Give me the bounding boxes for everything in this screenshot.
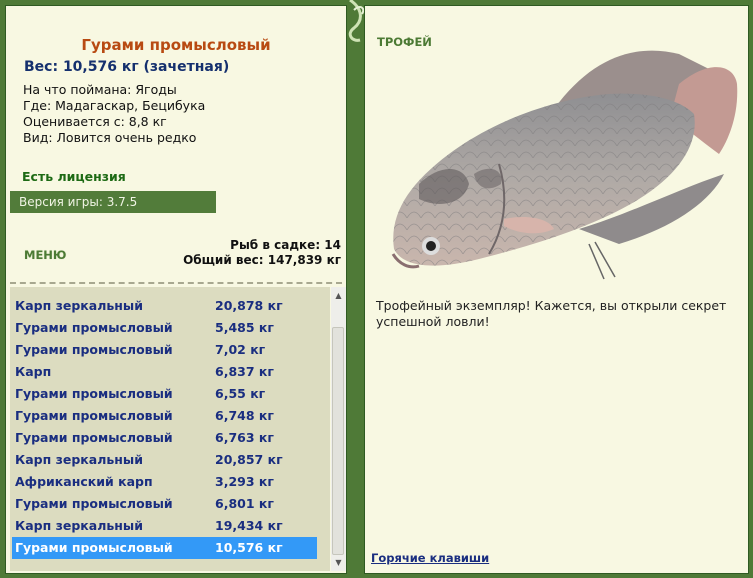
catch-fish-weight: 19,434 кг [215, 518, 283, 533]
trophy-panel: ТРОФЕЙ Трофейный экземпляр! Кажется, вы … [364, 5, 749, 574]
scroll-up-icon[interactable]: ▲ [333, 290, 344, 301]
catch-list-item[interactable]: Гурами промысловый 6,801 кг [12, 493, 317, 515]
catch-fish-name: Карп зеркальный [15, 298, 143, 313]
catch-fish-weight: 20,857 кг [215, 452, 283, 467]
catch-list-item[interactable]: Карп зеркальный 19,434 кг [12, 515, 317, 537]
trophy-message: Трофейный экземпляр! Кажется, вы открыли… [376, 298, 727, 329]
catch-list[interactable]: Карп зеркальный 20,878 кг Гурами промыслов… [10, 287, 330, 571]
catch-fish-name: Карп [15, 364, 52, 379]
location-info: Где: Мадагаскар, Бецибука [23, 98, 206, 113]
catch-list-item[interactable]: Гурами промысловый 5,485 кг [12, 317, 317, 339]
rarity-info: Вид: Ловится очень редко [23, 130, 197, 145]
catch-fish-name: Гурами промысловый [15, 540, 173, 555]
catch-list-item[interactable]: Гурами промысловый 6,55 кг [12, 383, 317, 405]
catch-fish-weight: 5,485 кг [215, 320, 274, 335]
catch-fish-weight: 20,878 кг [215, 298, 283, 313]
gourami-fish-image [391, 50, 738, 280]
fish-weight: Вес: 10,576 кг (зачетная) [24, 59, 230, 75]
catch-fish-name: Гурами промысловый [15, 430, 173, 445]
catch-list-item[interactable]: Карп зеркальный 20,857 кг [12, 449, 317, 471]
trophy-label: ТРОФЕЙ [377, 35, 432, 49]
hotkeys-link[interactable]: Горячие клавиши [371, 551, 489, 565]
catch-fish-name: Гурами промысловый [15, 342, 173, 357]
fish-name-title: Гурами промысловый [81, 36, 271, 54]
catch-list-item[interactable]: Гурами промысловый 7,02 кг [12, 339, 317, 361]
catch-fish-name: Гурами промысловый [15, 320, 173, 335]
cage-count: Рыб в садке: 14 [230, 238, 341, 252]
catch-list-item[interactable]: Гурами промысловый 6,763 кг [12, 427, 317, 449]
game-version: Версия игры: 3.7.5 [10, 191, 216, 213]
catch-list-item[interactable]: Африканский карп 3,293 кг [12, 471, 317, 493]
catch-fish-weight: 6,837 кг [215, 364, 274, 379]
catch-fish-name: Гурами промысловый [15, 496, 173, 511]
scroll-thumb[interactable] [332, 327, 344, 555]
list-scrollbar[interactable]: ▲ ▼ [331, 287, 346, 571]
cage-total-weight: Общий вес: 147,839 кг [183, 253, 341, 267]
catch-fish-weight: 6,748 кг [215, 408, 274, 423]
bait-info: На что поймана: Ягоды [23, 82, 177, 97]
catch-fish-weight: 7,02 кг [215, 342, 266, 357]
cage-stats: Рыб в садке: 14 Общий вес: 147,839 кг [183, 238, 341, 268]
catch-fish-name: Гурами промысловый [15, 408, 173, 423]
catch-fish-weight: 3,293 кг [215, 474, 274, 489]
catch-fish-name: Карп зеркальный [15, 518, 143, 533]
catch-list-item[interactable]: Карп 6,837 кг [12, 361, 317, 383]
scroll-down-icon[interactable]: ▼ [333, 557, 344, 568]
menu-button[interactable]: МЕНЮ [24, 248, 66, 262]
fish-info-panel: Гурами промысловый Вес: 10,576 кг (зачет… [5, 5, 347, 574]
catch-list-item[interactable]: Гурами промысловый 10,576 кг [12, 537, 317, 559]
license-status: Есть лицензия [22, 169, 126, 184]
catch-fish-name: Карп зеркальный [15, 452, 143, 467]
catch-fish-weight: 6,801 кг [215, 496, 274, 511]
valued-info: Оценивается с: 8,8 кг [23, 114, 167, 129]
catch-list-item[interactable]: Гурами промысловый 6,748 кг [12, 405, 317, 427]
divider [10, 282, 342, 284]
catch-fish-weight: 10,576 кг [215, 540, 283, 555]
catch-list-item[interactable]: Карп зеркальный 20,878 кг [12, 295, 317, 317]
catch-fish-weight: 6,55 кг [215, 386, 266, 401]
catch-fish-weight: 6,763 кг [215, 430, 274, 445]
catch-fish-name: Гурами промысловый [15, 386, 173, 401]
catch-fish-name: Африканский карп [15, 474, 153, 489]
